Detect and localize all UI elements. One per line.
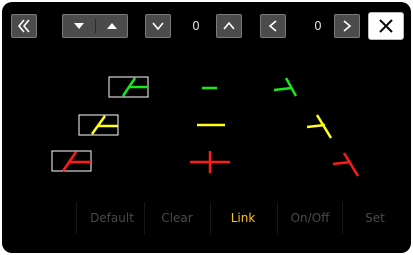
triangle-down-icon [74, 23, 84, 29]
chevron-up-icon [223, 21, 235, 30]
green-guide-selector[interactable] [108, 76, 149, 98]
yellow-right-guide [306, 114, 333, 139]
vertical-decrease-button[interactable] [145, 14, 171, 38]
clear-button[interactable]: Clear [145, 206, 209, 230]
horizontal-increase-button[interactable] [334, 14, 360, 38]
link-button[interactable]: Link [211, 206, 275, 230]
double-chevron-left-icon [17, 19, 30, 33]
yellow-guide-selector[interactable] [78, 114, 119, 136]
triangle-up-icon [107, 23, 117, 29]
move-up-button[interactable] [96, 15, 128, 37]
chevron-left-icon [268, 20, 277, 32]
move-down-button[interactable] [63, 15, 95, 37]
close-x-icon [379, 19, 393, 33]
set-button[interactable]: Set [343, 206, 407, 230]
red-right-guide [332, 152, 360, 177]
top-toolbar: 0 0 [2, 2, 411, 50]
red-guide-selector[interactable] [51, 150, 92, 172]
chevron-right-icon [343, 20, 352, 32]
close-button[interactable] [368, 12, 404, 40]
green-right-guide [273, 77, 298, 97]
vertical-value: 0 [192, 19, 200, 33]
horizontal-value: 0 [314, 19, 322, 33]
divider [76, 202, 77, 234]
guideline-adjust-screen: 0 0 Default Clear Link On/Off Set [2, 2, 411, 253]
vertical-increase-button[interactable] [216, 14, 242, 38]
on-off-button[interactable]: On/Off [278, 206, 342, 230]
chevron-down-icon [152, 22, 164, 31]
bottom-menu: Default Clear Link On/Off Set [2, 200, 411, 236]
back-button[interactable] [11, 14, 37, 38]
guideline-diagram [51, 76, 360, 177]
default-button[interactable]: Default [80, 206, 144, 230]
red-center-line [190, 151, 230, 173]
down-up-button-group [62, 14, 128, 38]
horizontal-decrease-button[interactable] [260, 14, 286, 38]
